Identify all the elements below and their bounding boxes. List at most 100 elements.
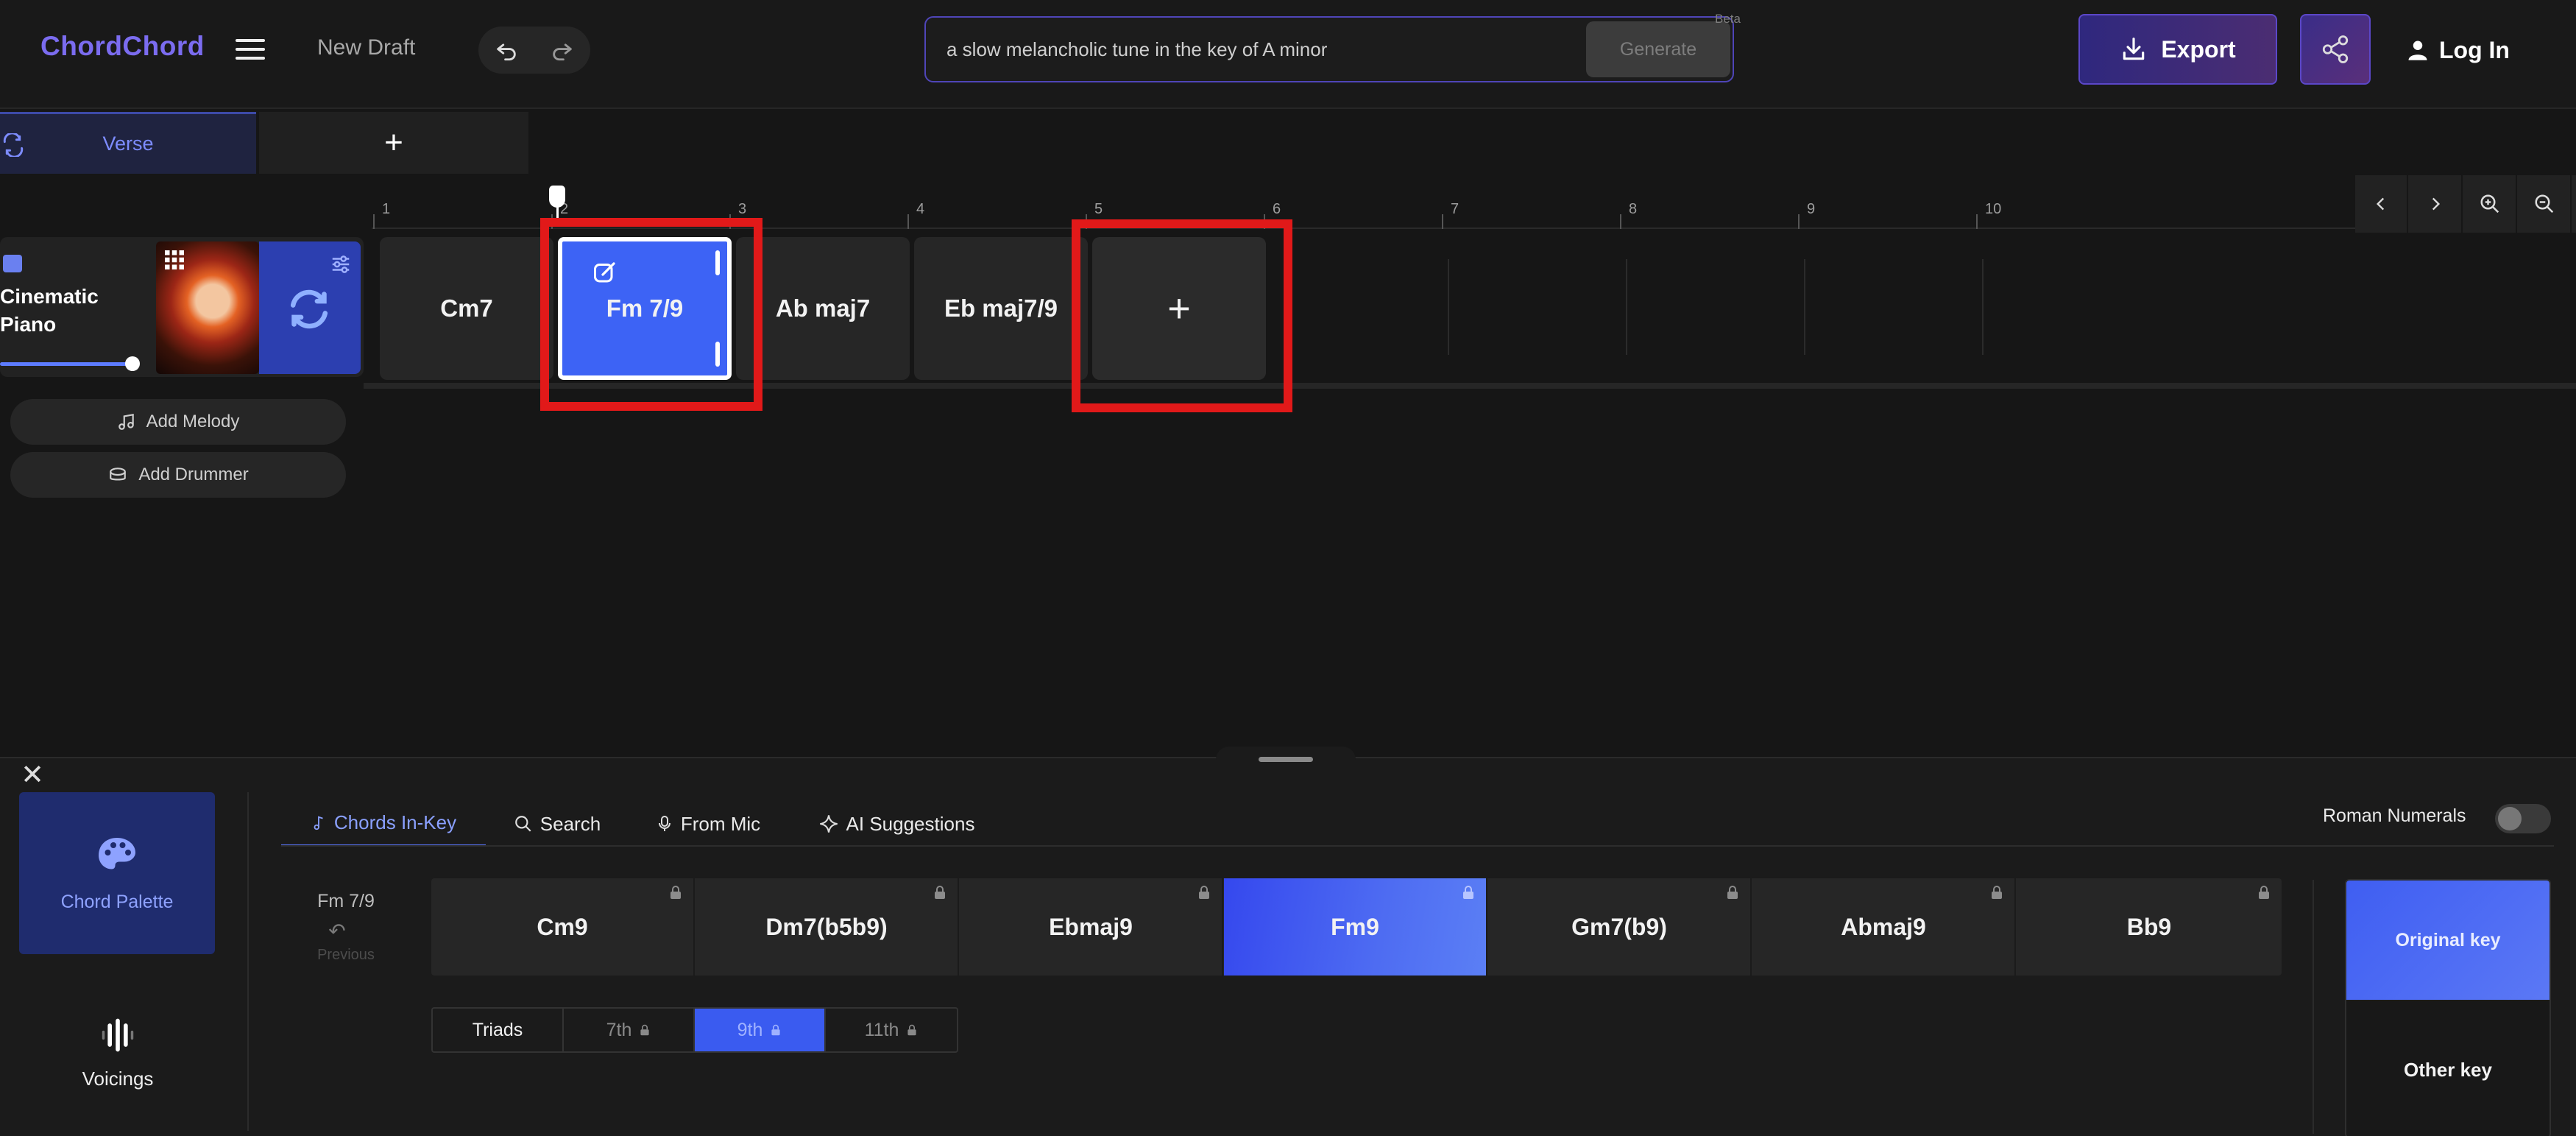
track-header[interactable]: Cinematic Piano [0, 237, 364, 377]
tab-from-mic[interactable]: From Mic [640, 801, 776, 847]
roman-numerals-toggle[interactable] [2495, 804, 2551, 833]
chord-palette-button[interactable]: Chord Palette [19, 792, 215, 954]
section-tab-verse[interactable]: Verse [0, 112, 256, 174]
playhead-handle[interactable] [549, 186, 565, 208]
lock-icon [1463, 886, 1473, 899]
share-button[interactable] [2300, 14, 2371, 85]
tabs-divider [281, 845, 2554, 847]
close-icon[interactable]: ✕ [16, 758, 49, 791]
app-logo[interactable]: ChordChord [40, 31, 205, 62]
draft-title[interactable]: New Draft [317, 35, 415, 60]
palette-chord[interactable]: Gm7(b9) [1488, 878, 1752, 976]
bar-number: 7 [1451, 201, 1459, 217]
extension-11th[interactable]: 11th [826, 1009, 957, 1051]
zoom-out-button[interactable] [2519, 175, 2572, 233]
menu-button[interactable] [228, 27, 272, 71]
redo-button[interactable] [534, 27, 590, 74]
instrument-name-line2: Piano [0, 313, 57, 336]
lock-icon [2259, 886, 2269, 899]
search-icon [514, 816, 531, 832]
palette-chord[interactable]: Cm9 [431, 878, 695, 976]
panel-drag-handle[interactable] [1216, 747, 1356, 773]
palette-chord[interactable]: Abmaj9 [1752, 878, 2016, 976]
lock-icon [670, 886, 681, 899]
hamburger-icon-bar [236, 48, 265, 51]
add-drummer-label: Add Drummer [138, 465, 249, 484]
extension-label: 9th [737, 1019, 763, 1040]
lock-icon [771, 1024, 780, 1036]
add-melody-button[interactable]: Add Melody [10, 399, 346, 445]
prompt-text: a slow melancholic tune in the key of A … [946, 38, 1328, 60]
zoom-in-icon [2480, 194, 2499, 214]
chord-block[interactable]: Eb maj7/9 [914, 237, 1088, 380]
hamburger-icon-bar [236, 57, 265, 60]
tab-chords-in-key[interactable]: Chords In-Key [281, 801, 486, 847]
palette-chord-label: Cm9 [537, 913, 588, 940]
palette-chord-label: Fm9 [1331, 913, 1379, 940]
lock-icon [640, 1024, 649, 1036]
undo-redo-group [478, 27, 590, 74]
prompt-input[interactable]: a slow melancholic tune in the key of A … [924, 12, 1741, 82]
swap-instrument-button[interactable] [259, 241, 361, 374]
instrument-name-line1: Cinematic [0, 285, 99, 308]
key-divider [2313, 880, 2314, 1134]
sidebar-divider [247, 792, 249, 1131]
bar-number: 6 [1273, 201, 1281, 217]
original-key-button[interactable]: Original key [2346, 881, 2550, 1000]
lock-icon [1992, 886, 2002, 899]
palette-chord-label: Abmaj9 [1841, 913, 1926, 940]
bar-number: 3 [738, 201, 747, 217]
hamburger-icon [236, 39, 265, 42]
extension-9th-selected[interactable]: 9th [695, 1009, 826, 1051]
tab-search[interactable]: Search [502, 801, 612, 847]
sparkle-icon [819, 815, 838, 833]
lock-icon [935, 886, 945, 899]
palette-icon [99, 837, 135, 869]
bar-number: 1 [382, 201, 391, 217]
lock-icon [1727, 886, 1738, 899]
previous-arrow-icon[interactable]: ↶ [322, 919, 352, 943]
scroll-right-button[interactable] [2410, 175, 2463, 233]
palette-chord[interactable]: Bb9 [2017, 878, 2282, 976]
section-tab-label: Verse [102, 133, 154, 155]
swap-icon [290, 289, 328, 329]
settings-sliders-icon[interactable] [330, 253, 352, 275]
zoom-in-button[interactable] [2464, 175, 2517, 233]
volume-slider[interactable] [0, 362, 132, 366]
microphone-icon [658, 816, 670, 831]
palette-chord[interactable]: Dm7(b5b9) [696, 878, 959, 976]
palette-chord-selected[interactable]: Fm9 [1224, 878, 1487, 976]
chord-block[interactable]: Cm7 [380, 237, 553, 380]
extension-7th[interactable]: 7th [564, 1009, 695, 1051]
generate-button[interactable]: Generate [1586, 21, 1730, 77]
add-drummer-button[interactable]: Add Drummer [10, 452, 346, 498]
tab-ai-suggestions[interactable]: AI Suggestions [808, 801, 985, 847]
voicings-icon [102, 1018, 134, 1051]
instrument-artwork[interactable] [156, 241, 259, 374]
music-note-icon [314, 815, 323, 830]
view-controls [2355, 175, 2576, 233]
login-label: Log In [2439, 36, 2510, 63]
scroll-left-button[interactable] [2355, 175, 2408, 233]
volume-knob[interactable] [125, 356, 140, 371]
folder-icon[interactable] [3, 255, 22, 272]
bar-number: 5 [1094, 201, 1103, 217]
extension-triads[interactable]: Triads [433, 1009, 564, 1051]
add-section-button[interactable]: + [259, 112, 528, 174]
other-key-button[interactable]: Other key [2346, 1001, 2550, 1136]
highlight-box [1072, 219, 1292, 412]
export-button[interactable]: Export [2078, 14, 2277, 85]
extension-selector: Triads 7th 9th 11th [431, 1007, 958, 1053]
login-button[interactable]: Log In [2407, 29, 2510, 71]
palette-chord[interactable]: Ebmaj9 [960, 878, 1223, 976]
music-note-icon [118, 413, 134, 430]
tab-label: Search [539, 812, 601, 835]
chord-palette-panel: ✕ Chord Palette Voicings Chords In-Key S… [0, 747, 2576, 1136]
share-icon [2322, 35, 2349, 63]
empty-bar-divider [1448, 259, 1449, 355]
previous-label: Previous [317, 947, 375, 963]
voicings-button[interactable]: Voicings [44, 1001, 191, 1104]
empty-bar-divider [1804, 259, 1805, 355]
undo-button[interactable] [478, 27, 534, 74]
chord-palette-label: Chord Palette [60, 891, 174, 912]
